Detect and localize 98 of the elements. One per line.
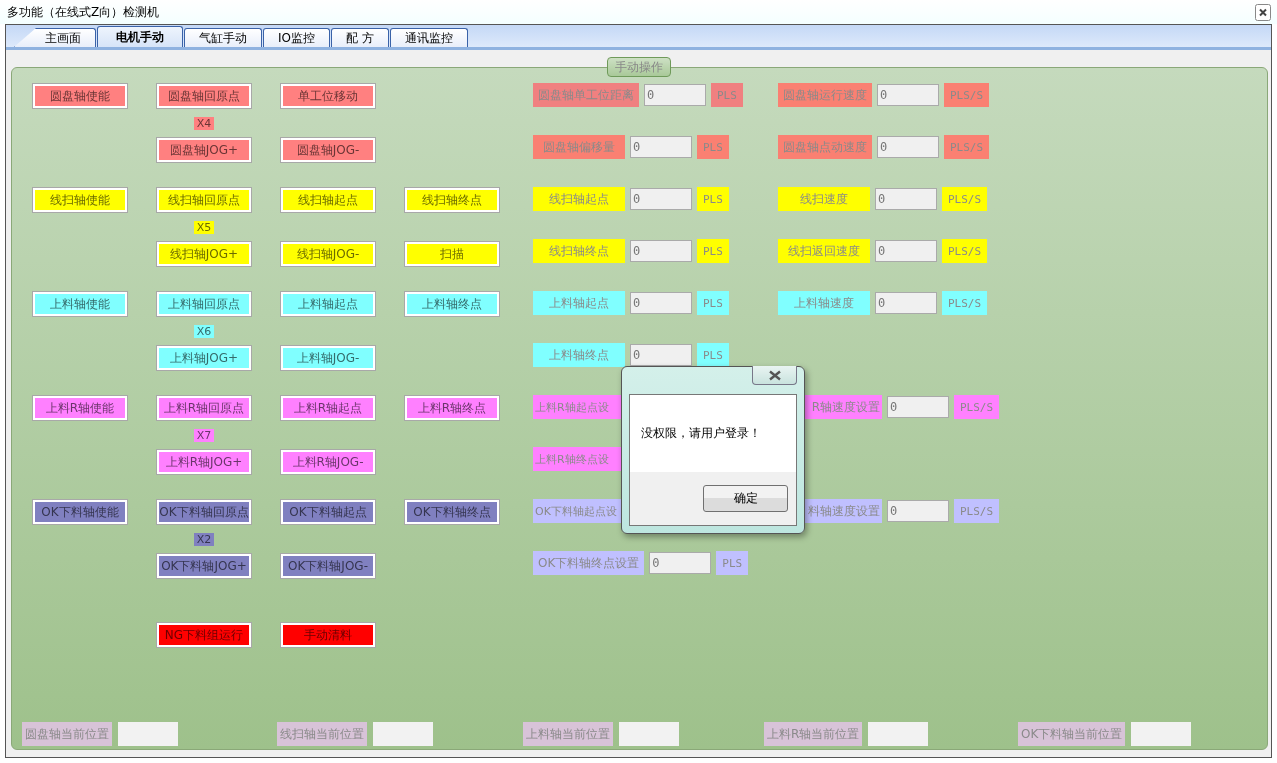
unit-label: PLS/S	[954, 499, 1000, 523]
axis-button[interactable]: 上料R轴终点	[404, 395, 500, 421]
unit-label: PLS/S	[944, 135, 990, 159]
input-field[interactable]: 0	[887, 396, 949, 418]
close-icon	[767, 369, 782, 381]
input-field[interactable]: 0	[630, 344, 692, 366]
axis-button[interactable]: 圆盘轴JOG-	[280, 137, 376, 163]
axis-button[interactable]: 线扫轴JOG+	[156, 241, 252, 267]
axis-button[interactable]: 上料轴使能	[32, 291, 128, 317]
position-label: 圆盘轴当前位置	[22, 722, 112, 746]
window-title: 多功能（在线式Z向）检测机	[7, 3, 160, 21]
sensor-tag: X7	[193, 428, 215, 442]
unit-label: PLS	[697, 135, 729, 159]
field-label: 线扫速度	[778, 187, 870, 211]
axis-button[interactable]: 上料R轴回原点	[156, 395, 252, 421]
position-field[interactable]	[619, 722, 679, 746]
field-label: 线扫返回速度	[778, 239, 870, 263]
sensor-tag: X2	[193, 532, 215, 546]
unit-label: PLS	[697, 343, 729, 367]
input-field[interactable]: 0	[875, 292, 937, 314]
axis-button[interactable]: OK下料轴JOG-	[280, 553, 376, 579]
axis-button[interactable]: 上料R轴JOG+	[156, 449, 252, 475]
position-field[interactable]	[118, 722, 178, 746]
axis-button[interactable]: 上料R轴起点	[280, 395, 376, 421]
input-field[interactable]: 0	[630, 292, 692, 314]
dialog-message: 没权限，请用户登录！	[641, 425, 761, 442]
unit-label: PLS	[716, 551, 749, 575]
axis-button[interactable]: 线扫轴起点	[280, 187, 376, 213]
position-field[interactable]	[373, 722, 433, 746]
axis-button[interactable]: 圆盘轴使能	[32, 83, 128, 109]
axis-button[interactable]: 线扫轴终点	[404, 187, 500, 213]
input-field[interactable]: 0	[875, 240, 937, 262]
axis-button[interactable]: 线扫轴使能	[32, 187, 128, 213]
position-field[interactable]	[1131, 722, 1192, 746]
field-label: 上料轴起点	[533, 291, 625, 315]
axis-button[interactable]: 上料R轴使能	[32, 395, 128, 421]
unit-label: PLS/S	[942, 239, 988, 263]
position-label: OK下料轴当前位置	[1018, 722, 1126, 746]
unit-label: PLS	[697, 291, 729, 315]
position-field[interactable]	[868, 722, 929, 746]
unit-label: PLS	[711, 83, 743, 107]
input-field[interactable]: 0	[630, 240, 692, 262]
field-label: 圆盘轴运行速度	[778, 83, 872, 107]
unit-label: PLS/S	[942, 187, 988, 211]
sensor-tag: X4	[193, 116, 215, 130]
axis-button[interactable]: 上料轴起点	[280, 291, 376, 317]
unit-label: PLS	[697, 187, 729, 211]
axis-button[interactable]: 线扫轴JOG-	[280, 241, 376, 267]
field-label: 线扫轴终点	[533, 239, 625, 263]
unit-label: PLS/S	[944, 83, 990, 107]
unit-label: PLS/S	[942, 291, 988, 315]
unit-label: PLS	[697, 239, 729, 263]
axis-button[interactable]: 扫描	[404, 241, 500, 267]
input-field[interactable]: 0	[630, 188, 692, 210]
tab[interactable]: 气缸手动	[184, 28, 262, 47]
axis-button[interactable]: 上料轴JOG-	[280, 345, 376, 371]
input-field[interactable]: 0	[877, 84, 939, 106]
axis-button[interactable]: 单工位移动	[280, 83, 376, 109]
axis-button[interactable]: 上料轴终点	[404, 291, 500, 317]
axis-button[interactable]: 手动清料	[280, 622, 376, 648]
input-field[interactable]: 0	[877, 136, 939, 158]
input-field[interactable]: 0	[630, 136, 692, 158]
sensor-tag: X6	[193, 324, 215, 338]
group-box-title: 手动操作	[607, 57, 671, 77]
field-label: 上料轴速度	[778, 291, 870, 315]
axis-button[interactable]: OK下料轴JOG+	[156, 553, 252, 579]
axis-button[interactable]: 上料轴JOG+	[156, 345, 252, 371]
position-label: 线扫轴当前位置	[277, 722, 367, 746]
axis-button[interactable]: 圆盘轴回原点	[156, 83, 252, 109]
field-label: 线扫轴起点	[533, 187, 625, 211]
axis-button[interactable]: 上料轴回原点	[156, 291, 252, 317]
axis-button[interactable]: 上料R轴JOG-	[280, 449, 376, 475]
axis-button[interactable]: OK下料轴使能	[32, 499, 128, 525]
sensor-tag: X5	[193, 220, 215, 234]
tab[interactable]: IO监控	[263, 28, 330, 47]
unit-label: PLS/S	[954, 395, 1000, 419]
axis-button[interactable]: NG下料组运行	[156, 622, 252, 648]
tab[interactable]: 电机手动	[97, 26, 183, 47]
field-label: 圆盘轴偏移量	[533, 135, 625, 159]
axis-button[interactable]: 圆盘轴JOG+	[156, 137, 252, 163]
axis-button[interactable]: OK下料轴起点	[280, 499, 376, 525]
input-field[interactable]: 0	[644, 84, 706, 106]
tab[interactable]: 配 方	[331, 28, 389, 47]
field-label: OK下料轴终点设置	[533, 551, 645, 575]
ok-button[interactable]: 确定	[703, 485, 788, 512]
field-label: 上料轴终点	[533, 343, 625, 367]
field-label: 圆盘轴单工位距离	[533, 83, 639, 107]
axis-button[interactable]: 线扫轴回原点	[156, 187, 252, 213]
input-field[interactable]: 0	[887, 500, 949, 522]
input-field[interactable]: 0	[649, 552, 712, 574]
input-field[interactable]: 0	[875, 188, 937, 210]
tab[interactable]: 通讯监控	[389, 28, 468, 47]
axis-button[interactable]: OK下料轴回原点	[156, 499, 252, 525]
axis-button[interactable]: OK下料轴终点	[404, 499, 500, 525]
close-button[interactable]	[752, 366, 797, 385]
close-icon[interactable]	[1255, 3, 1271, 21]
tab[interactable]: 主画面	[14, 28, 96, 47]
field-label: 圆盘轴点动速度	[778, 135, 872, 159]
